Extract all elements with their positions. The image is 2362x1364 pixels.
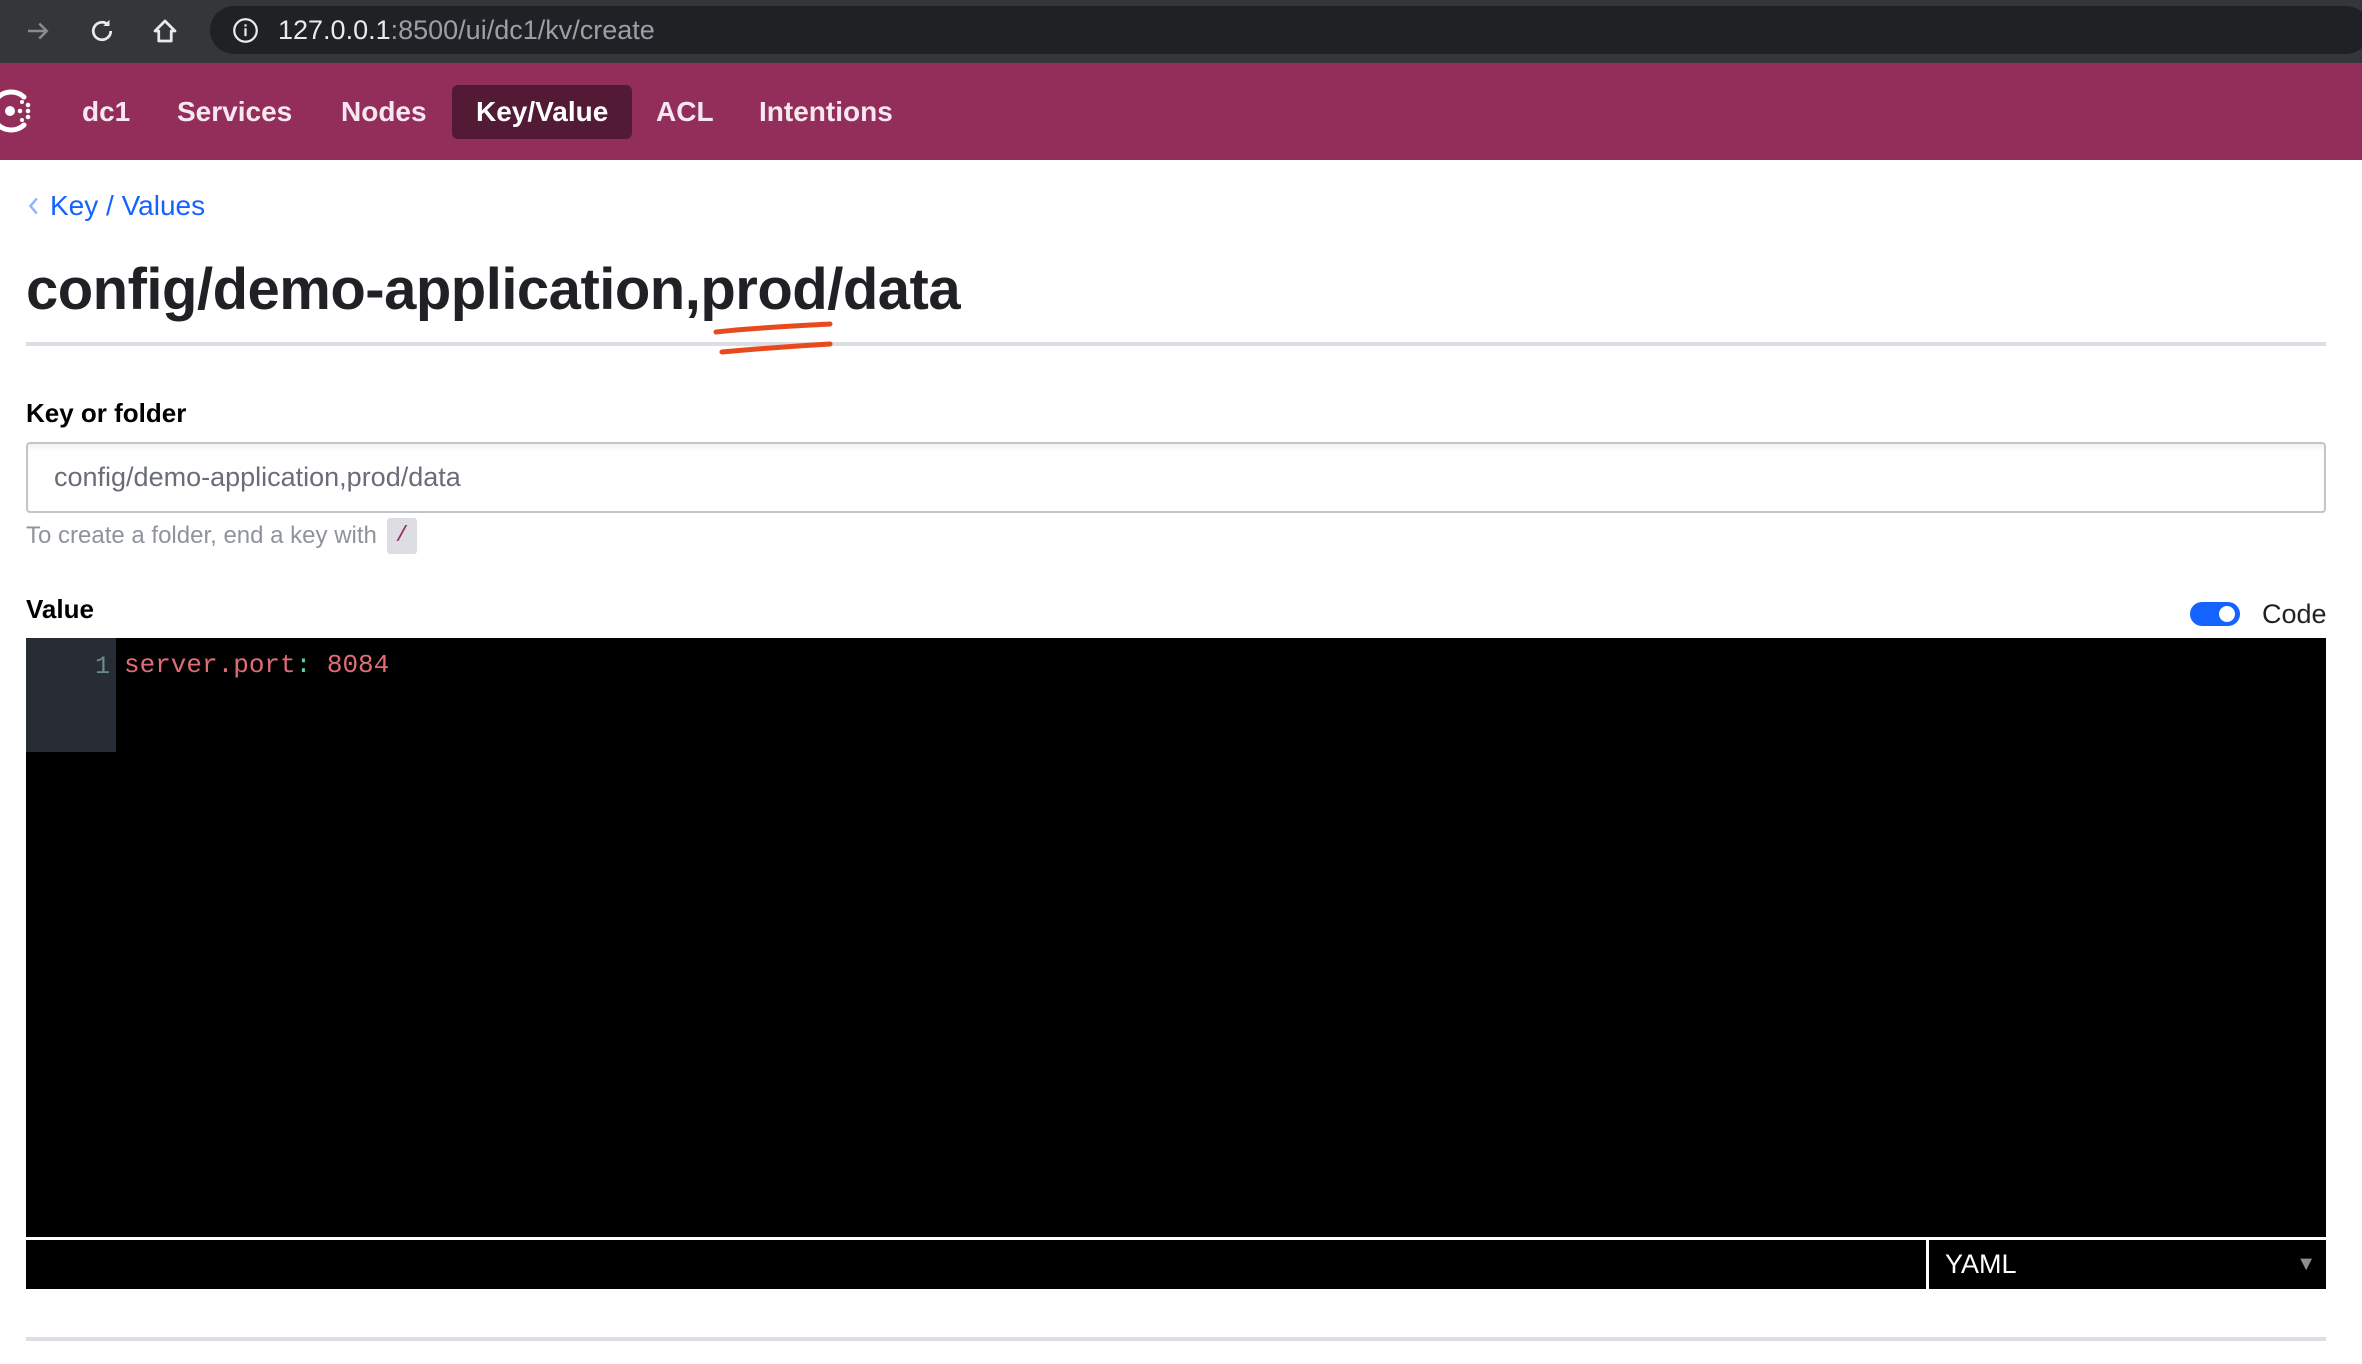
value-field-label: Value — [26, 594, 94, 624]
key-help-text: To create a folder, end a key with / — [26, 518, 417, 554]
help-text: To create a folder, end a key with — [26, 522, 377, 549]
code-editor[interactable]: 1 server.port: 8084 YAML ▼ — [26, 638, 2326, 1289]
reload-button[interactable] — [81, 10, 123, 52]
code-toggle[interactable]: Code — [2190, 599, 2327, 629]
code-toggle-switch[interactable] — [2190, 602, 2240, 626]
form-divider — [26, 1337, 2326, 1341]
site-info-icon[interactable] — [232, 17, 259, 44]
help-slash-code: / — [386, 518, 417, 554]
forward-icon — [28, 22, 49, 40]
syntax-mode-select[interactable]: YAML ▼ — [1926, 1240, 2326, 1289]
yaml-value: 8084 — [311, 650, 390, 680]
yaml-colon: : — [295, 650, 312, 680]
yaml-key: server.port — [124, 650, 296, 680]
key-field-label: Key or folder — [26, 398, 187, 428]
forward-button[interactable] — [17, 10, 59, 52]
consul-logo-icon[interactable] — [0, 85, 38, 137]
address-bar[interactable]: 127.0.0.1:8500/ui/dc1/kv/create — [210, 6, 2362, 54]
breadcrumb-link-key-values[interactable]: Key / Values — [50, 190, 205, 222]
datacenter-selector[interactable]: dc1 — [58, 85, 154, 139]
url-path: :8500/ui/dc1/kv/create — [390, 15, 655, 45]
syntax-mode-value: YAML — [1945, 1249, 2017, 1279]
red-underline-annotation — [713, 321, 833, 355]
page-title: config/demo-application,prod/data — [26, 257, 961, 322]
code-line[interactable]: server.port: 8084 — [124, 650, 389, 680]
nav-item-intentions[interactable]: Intentions — [735, 85, 917, 139]
code-toggle-label: Code — [2262, 598, 2327, 629]
main-nav: dc1 Services Nodes Key/Value ACL Intenti… — [0, 63, 2362, 160]
url-text[interactable]: 127.0.0.1:8500/ui/dc1/kv/create — [278, 15, 655, 45]
line-number: 1 — [94, 652, 110, 681]
editor-footer: YAML ▼ — [26, 1237, 2326, 1289]
home-button[interactable] — [144, 10, 186, 52]
nav-item-acl[interactable]: ACL — [632, 85, 738, 139]
key-input[interactable] — [26, 442, 2326, 513]
nav-item-services[interactable]: Services — [153, 85, 316, 139]
reload-icon — [91, 19, 113, 42]
nav-item-nodes[interactable]: Nodes — [317, 85, 451, 139]
nav-item-key-value[interactable]: Key/Value — [452, 85, 633, 139]
url-host: 127.0.0.1 — [278, 15, 391, 45]
breadcrumb[interactable]: Key / Values — [26, 190, 205, 222]
dropdown-arrow-icon: ▼ — [2296, 1253, 2316, 1275]
toggle-knob — [2219, 606, 2235, 622]
home-icon — [153, 19, 177, 43]
chevron-left-icon — [28, 197, 38, 215]
browser-toolbar: 127.0.0.1:8500/ui/dc1/kv/create — [0, 0, 2362, 63]
title-divider — [26, 342, 2326, 346]
editor-gutter: 1 — [26, 638, 116, 752]
